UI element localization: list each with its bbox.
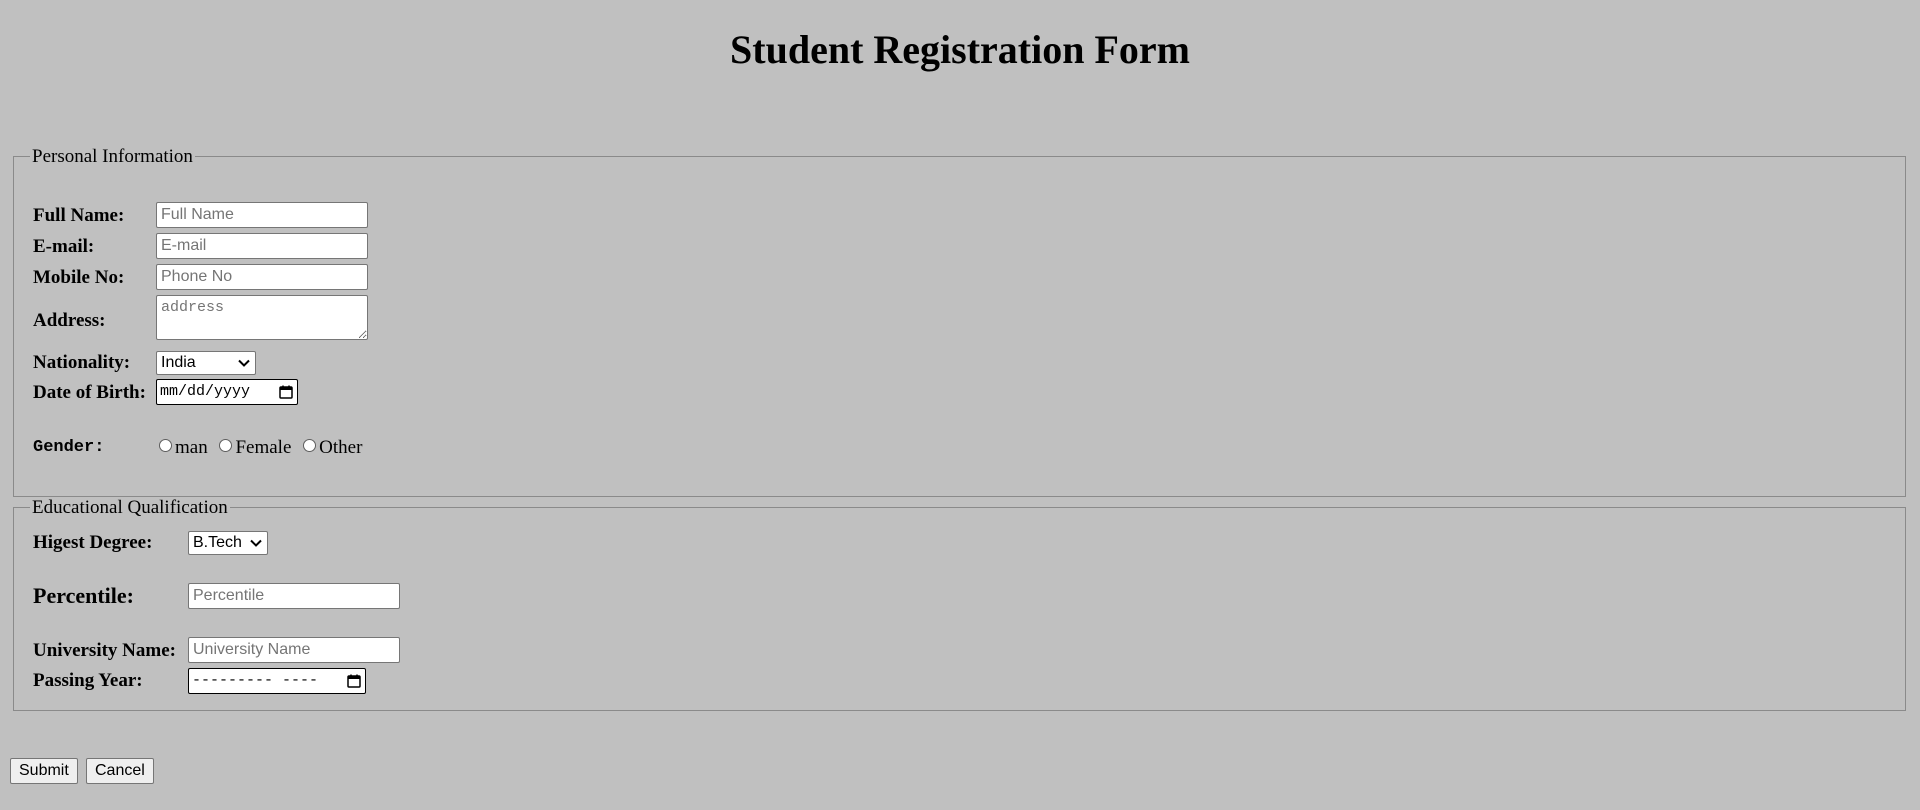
educational-qualification-legend: Educational Qualification (30, 497, 230, 519)
nationality-label: Nationality: (33, 352, 131, 373)
passing-year-label: Passing Year: (33, 670, 143, 691)
dob-date-placeholder: mm/dd/yyyy (160, 383, 251, 400)
educational-qualification-fieldset: Educational Qualification Higest Degree:… (13, 497, 1906, 711)
gender-option-other-label: Other (319, 437, 363, 458)
dob-date-input[interactable]: mm/dd/yyyy (156, 379, 298, 405)
gender-radio-group: man Female Other (156, 437, 366, 459)
address-label: Address: (33, 310, 106, 331)
calendar-icon[interactable] (279, 385, 293, 399)
personal-information-fieldset: Personal Information Full Name: E-mail: … (13, 146, 1906, 497)
gender-label: Gender: (33, 438, 105, 457)
university-name-label: University Name: (33, 640, 176, 661)
passing-year-placeholder: --------- ---- (192, 672, 319, 689)
mobile-label: Mobile No: (33, 267, 125, 288)
personal-information-legend: Personal Information (30, 146, 195, 168)
university-name-input[interactable] (188, 637, 400, 663)
full-name-label: Full Name: (33, 205, 125, 226)
percentile-label: Percentile: (33, 583, 134, 608)
email-label: E-mail: (33, 236, 95, 257)
passing-year-input[interactable]: --------- ---- (188, 668, 366, 694)
page-title: Student Registration Form (730, 27, 1190, 72)
highest-degree-label: Higest Degree: (33, 532, 153, 553)
gender-radio-female[interactable] (219, 439, 233, 452)
gender-radio-other[interactable] (303, 439, 317, 452)
highest-degree-select[interactable]: B.Tech (188, 531, 268, 555)
gender-option-female-label: Female (235, 437, 292, 458)
chevron-down-icon (238, 359, 250, 367)
address-textarea[interactable] (156, 295, 368, 340)
nationality-selected-value: India (161, 354, 196, 371)
nationality-select[interactable]: India (156, 351, 256, 375)
percentile-input[interactable] (188, 583, 400, 609)
submit-button[interactable]: Submit (10, 758, 78, 784)
chevron-down-icon (250, 539, 262, 547)
full-name-input[interactable] (156, 202, 368, 228)
dob-label: Date of Birth: (33, 382, 146, 403)
highest-degree-selected-value: B.Tech (193, 534, 242, 551)
gender-radio-man[interactable] (159, 439, 172, 452)
cancel-button[interactable]: Cancel (86, 758, 154, 784)
gender-option-man-label: man (175, 437, 208, 458)
email-input[interactable] (156, 233, 368, 259)
mobile-input[interactable] (156, 264, 368, 290)
calendar-icon[interactable] (347, 674, 361, 688)
